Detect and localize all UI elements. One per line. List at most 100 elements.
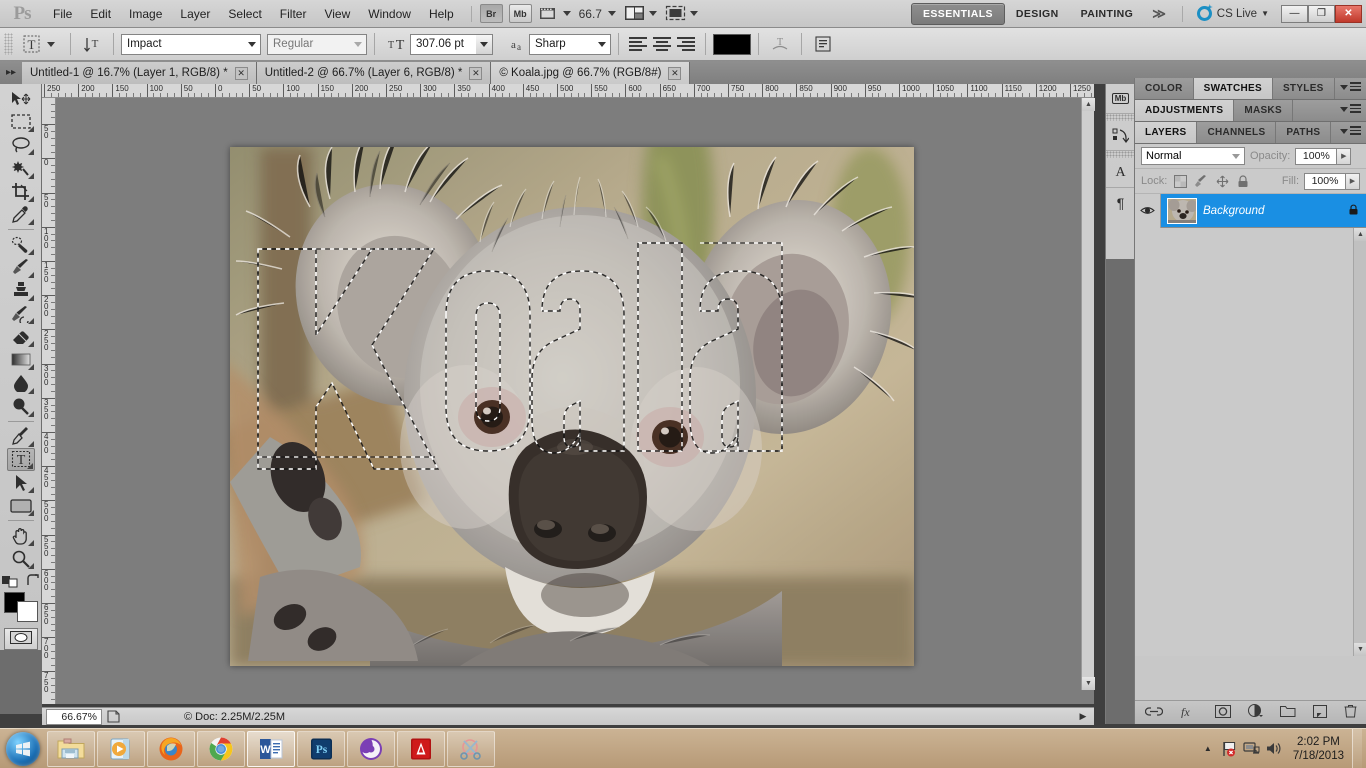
blend-mode-select[interactable]: Normal	[1141, 147, 1245, 165]
menu-view[interactable]: View	[315, 4, 359, 24]
tab-channels[interactable]: CHANNELS	[1197, 122, 1277, 143]
layers-scroll-up-arrow-icon[interactable]: ▲	[1354, 228, 1366, 241]
document-tab-untitled-2[interactable]: Untitled-2 @ 66.7% (Layer 6, RGB/8) * ✕	[256, 62, 492, 84]
tab-swatches[interactable]: SWATCHES	[1193, 78, 1273, 99]
layers-scroll-down-arrow-icon[interactable]: ▼	[1354, 643, 1366, 656]
new-layer-icon[interactable]	[1313, 704, 1327, 721]
layers-vertical-scrollbar[interactable]: ▲ ▼	[1353, 228, 1366, 656]
taskbar-google-chrome[interactable]	[197, 730, 245, 767]
brush-tool[interactable]	[7, 256, 35, 279]
close-icon[interactable]: ✕	[234, 66, 248, 80]
character-panel-icon[interactable]: A	[1106, 158, 1135, 188]
status-proxy-icon[interactable]	[102, 710, 124, 723]
horizontal-type-mask-tool[interactable]: T	[6, 447, 35, 471]
eyedropper-tool[interactable]	[7, 203, 35, 226]
taskbar-bittorrent[interactable]	[347, 730, 395, 767]
font-size-input[interactable]: 307.06 pt	[410, 33, 476, 55]
minimize-button[interactable]: —	[1281, 4, 1308, 23]
lock-position-icon[interactable]	[1214, 173, 1230, 189]
align-right-button[interactable]	[674, 33, 698, 55]
zoom-dropdown-arrow[interactable]	[607, 11, 616, 16]
link-layers-icon[interactable]	[1144, 706, 1164, 720]
taskbar-adobe-reader[interactable]	[397, 730, 445, 767]
tool-preset-dropdown-arrow[interactable]	[47, 41, 55, 47]
tab-color[interactable]: COLOR	[1135, 78, 1194, 99]
anti-alias-select[interactable]: Sharp	[529, 33, 611, 55]
toggle-character-panel-icon[interactable]	[809, 33, 837, 56]
lasso-tool[interactable]	[7, 133, 35, 156]
zoom-percent-input[interactable]: 66.67%	[46, 708, 102, 725]
eraser-tool[interactable]	[7, 325, 35, 348]
scroll-up-arrow-icon[interactable]: ▲	[1082, 98, 1095, 111]
layers-list-empty-area[interactable]: ▲ ▼	[1135, 228, 1366, 656]
opacity-input[interactable]: 100%	[1295, 147, 1338, 165]
delete-layer-icon[interactable]	[1344, 704, 1357, 721]
fill-stepper[interactable]: ▶	[1346, 172, 1360, 190]
dodge-tool[interactable]	[7, 395, 35, 418]
screen-mode-dropdown-arrow[interactable]	[689, 11, 698, 16]
crop-tool[interactable]	[7, 180, 35, 203]
panel-menu-icon[interactable]	[1340, 82, 1361, 93]
view-extras-dropdown-arrow[interactable]	[562, 11, 571, 16]
text-orientation-icon[interactable]: T	[78, 33, 106, 56]
vertical-ruler[interactable]: 0500501001502002503003504004505005506006…	[42, 98, 56, 704]
align-left-button[interactable]	[626, 33, 650, 55]
layer-row-background[interactable]: Background	[1135, 193, 1366, 228]
menu-window[interactable]: Window	[359, 4, 420, 24]
font-family-select[interactable]: Impact	[121, 33, 261, 55]
swap-colors-icon[interactable]	[26, 574, 40, 588]
panel-menu-icon[interactable]	[1340, 104, 1361, 115]
close-button[interactable]: ✕	[1335, 4, 1362, 23]
close-icon[interactable]: ✕	[668, 66, 682, 80]
menu-file[interactable]: File	[44, 4, 81, 24]
mini-bridge-icon[interactable]: Mb	[1106, 84, 1135, 114]
pen-tool[interactable]	[7, 425, 35, 448]
new-group-icon[interactable]	[1280, 705, 1296, 720]
tab-paths[interactable]: PATHS	[1276, 122, 1332, 143]
rectangle-tool[interactable]	[7, 494, 35, 517]
taskbar-microsoft-word[interactable]: W	[247, 730, 295, 767]
rectangular-marquee-tool[interactable]	[7, 110, 35, 133]
workspace-painting[interactable]: PAINTING	[1070, 4, 1145, 24]
restore-button[interactable]: ❐	[1308, 4, 1335, 23]
menu-filter[interactable]: Filter	[271, 4, 316, 24]
start-button[interactable]	[0, 730, 46, 768]
taskbar-clock[interactable]: 2:02 PM 7/18/2013	[1285, 735, 1352, 763]
arrange-dropdown-arrow[interactable]	[648, 11, 657, 16]
more-workspaces-chevron-icon[interactable]: ≫	[1144, 6, 1174, 22]
dock-grip-1[interactable]	[1106, 114, 1134, 121]
canvas-vertical-scrollbar[interactable]: ▲ ▼	[1081, 98, 1095, 690]
menu-help[interactable]: Help	[420, 4, 463, 24]
lock-transparent-pixels-icon[interactable]	[1172, 173, 1188, 189]
layer-name[interactable]: Background	[1203, 205, 1340, 217]
current-tool-icon[interactable]: T	[17, 33, 45, 56]
launch-mini-bridge-button[interactable]: Mb	[508, 4, 532, 23]
taskbar-windows-media-player[interactable]	[97, 730, 145, 767]
background-color-swatch[interactable]	[16, 601, 38, 623]
tab-layers[interactable]: LAYERS	[1135, 122, 1198, 143]
paragraph-panel-icon[interactable]: ¶	[1106, 188, 1135, 218]
font-style-select[interactable]: Regular	[267, 33, 367, 55]
hand-tool[interactable]	[7, 524, 35, 547]
font-size-dropdown-button[interactable]	[476, 33, 493, 55]
layer-style-fx-icon[interactable]: fx	[1180, 705, 1198, 721]
taskbar-snipping-tool[interactable]	[447, 730, 495, 767]
document-tab-koala[interactable]: © Koala.jpg @ 66.7% (RGB/8#) ✕	[491, 62, 691, 84]
taskbar-adobe-photoshop[interactable]: Ps	[297, 730, 345, 767]
document-window[interactable]	[230, 147, 914, 666]
tab-bar-grip[interactable]: ▸▸	[0, 61, 22, 84]
default-colors-icon[interactable]	[1, 574, 20, 588]
lock-image-pixels-icon[interactable]	[1193, 173, 1209, 189]
align-center-button[interactable]	[650, 33, 674, 55]
document-tab-untitled-1[interactable]: Untitled-1 @ 16.7% (Layer 1, RGB/8) * ✕	[22, 62, 257, 84]
taskbar-windows-explorer[interactable]	[47, 730, 95, 767]
taskbar-mozilla-firefox[interactable]	[147, 730, 195, 767]
status-menu-arrow-icon[interactable]: ▶	[1072, 711, 1094, 722]
screen-mode-icon[interactable]	[665, 5, 688, 22]
action-center-flag-icon[interactable]	[1219, 734, 1241, 764]
dock-grip-2[interactable]	[1106, 151, 1134, 158]
workspace-essentials[interactable]: ESSENTIALS	[910, 2, 1005, 25]
clone-stamp-tool[interactable]	[7, 279, 35, 302]
new-adjustment-layer-icon[interactable]	[1248, 704, 1263, 721]
layer-thumbnail[interactable]	[1167, 197, 1197, 224]
